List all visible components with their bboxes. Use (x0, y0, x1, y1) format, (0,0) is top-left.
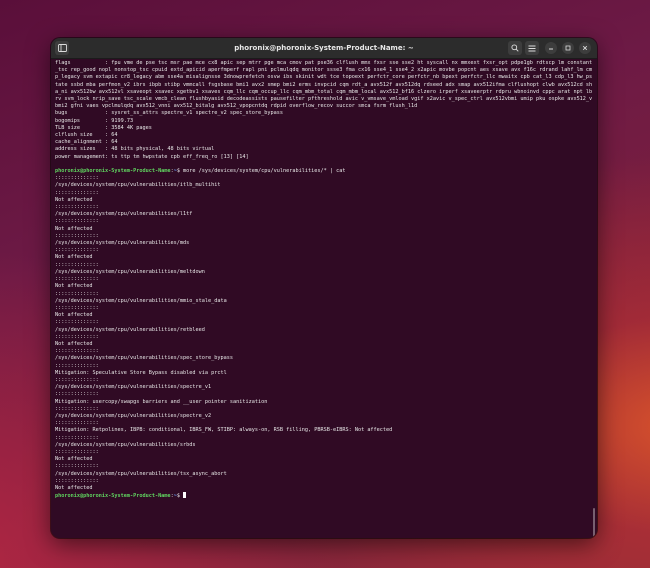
close-icon[interactable] (579, 42, 591, 54)
minimize-icon[interactable] (545, 42, 557, 54)
output-line: cache_alignment : 64 (55, 139, 118, 146)
output-line: bugs : sysret_ss_attrs spectre_v1 spectr… (55, 110, 283, 117)
output-line: :::::::::::::: (55, 405, 99, 412)
maximize-icon[interactable] (562, 42, 574, 54)
output-line: Not affected (55, 225, 93, 232)
prompt-command: $ more /sys/devices/system/cpu/vulnerabi… (176, 168, 346, 175)
output-line: /sys/devices/system/cpu/vulnerabilities/… (55, 182, 221, 189)
output-line: :::::::::::::: (55, 434, 99, 441)
terminal-output[interactable]: flags : fpu vme de pse tsc msr pae mce c… (51, 59, 597, 538)
output-line: /sys/devices/system/cpu/vulnerabilities/… (55, 384, 212, 391)
output-line: :::::::::::::: (55, 261, 99, 268)
output-line: :::::::::::::: (55, 477, 99, 484)
output-line: TLB size : 3584 4K pages (55, 124, 152, 131)
output-line: /sys/devices/system/cpu/vulnerabilities/… (55, 268, 205, 275)
output-line: power management: ts ttp tm hwpstate cpb… (55, 153, 249, 160)
output-line: Not affected (55, 196, 93, 203)
prompt-user: phoronix@phoronix-System-Product-Name (55, 493, 171, 500)
output-line: Not affected (55, 456, 93, 463)
output-line: Not affected (55, 254, 93, 261)
output-line: :::::::::::::: (55, 204, 99, 211)
output-line: :::::::::::::: (55, 448, 99, 455)
prompt-user: phoronix@phoronix-System-Product-Name (55, 168, 171, 175)
output-line: Not affected (55, 312, 93, 319)
hamburger-menu-icon[interactable] (525, 41, 539, 55)
text-cursor (183, 492, 187, 499)
output-line: :::::::::::::: (55, 290, 99, 297)
output-line: :::::::::::::: (55, 304, 99, 311)
output-line: :::::::::::::: (55, 319, 99, 326)
output-line: /sys/devices/system/cpu/vulnerabilities/… (55, 412, 212, 419)
output-line: :::::::::::::: (55, 348, 99, 355)
output-line: :::::::::::::: (55, 218, 99, 225)
output-line: :::::::::::::: (55, 232, 99, 239)
output-line: Mitigation: Retpolines, IBPB: conditiona… (55, 427, 393, 434)
output-line: Not affected (55, 484, 93, 491)
output-line: Mitigation: usercopy/swapgs barriers and… (55, 398, 268, 405)
output-line: :::::::::::::: (55, 376, 99, 383)
scrollbar[interactable] (593, 508, 595, 538)
output-line: :::::::::::::: (55, 175, 99, 182)
output-line: /sys/devices/system/cpu/vulnerabilities/… (55, 240, 190, 247)
output-line: flags : fpu vme de pse tsc msr pae mce c… (55, 60, 593, 110)
prompt-line: phoronix@phoronix-System-Product-Name:~$ (55, 492, 593, 500)
output-line: :::::::::::::: (55, 189, 99, 196)
output-line: :::::::::::::: (55, 420, 99, 427)
output-line: :::::::::::::: (55, 276, 99, 283)
output-line: clflush size : 64 (55, 132, 118, 139)
terminal-window: phoronix@phoronix-System-Product-Name: ~ (51, 38, 597, 538)
output-line: bogomips : 9199.73 (55, 117, 134, 124)
output-line: address sizes : 48 bits physical, 48 bit… (55, 146, 215, 153)
output-line: /sys/devices/system/cpu/vulnerabilities/… (55, 297, 227, 304)
output-line: :::::::::::::: (55, 247, 99, 254)
output-line: Mitigation: Speculative Store Bypass dis… (55, 369, 227, 376)
output-line: /sys/devices/system/cpu/vulnerabilities/… (55, 441, 196, 448)
output-line: :::::::::::::: (55, 463, 99, 470)
output-line: /sys/devices/system/cpu/vulnerabilities/… (55, 355, 234, 362)
search-icon[interactable] (508, 41, 522, 55)
output-line: /sys/devices/system/cpu/vulnerabilities/… (55, 470, 227, 477)
output-line: Not affected (55, 340, 93, 347)
output-line: :::::::::::::: (55, 333, 99, 340)
output-line: /sys/devices/system/cpu/vulnerabilities/… (55, 326, 205, 333)
title-bar[interactable]: phoronix@phoronix-System-Product-Name: ~ (51, 38, 597, 59)
output-line: :::::::::::::: (55, 391, 99, 398)
output-line: :::::::::::::: (55, 362, 99, 369)
output-line: Not affected (55, 283, 93, 290)
prompt-line: phoronix@phoronix-System-Product-Name:~$… (55, 168, 346, 175)
output-line: /sys/devices/system/cpu/vulnerabilities/… (55, 211, 193, 218)
